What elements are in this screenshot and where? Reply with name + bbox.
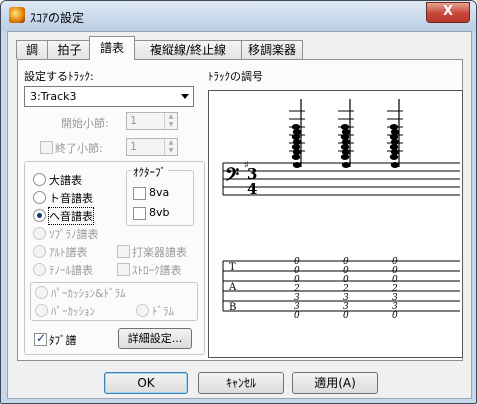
- tab-staff-label: ﾀﾌﾞ譜: [49, 334, 77, 347]
- percussion-drums-label: ﾊﾟｰｶｯｼｮﾝ&ﾄﾞﾗﾑ: [51, 287, 126, 300]
- tab-staff-checkbox[interactable]: ✓: [34, 331, 47, 346]
- bass-staff-lines: [223, 162, 460, 196]
- notehead: [389, 154, 399, 160]
- percussion-label: ﾊﾟｰｶｯｼｮﾝ: [51, 305, 95, 318]
- tab-letter-t: T: [229, 262, 236, 273]
- tab-fret-number: 0: [294, 311, 300, 321]
- stroke-staff-checkbox[interactable]: [117, 263, 130, 276]
- end-measure-label: 終了小節:: [55, 142, 103, 155]
- track-label: 設定するﾄﾗｯｸ:: [24, 70, 94, 83]
- treble-staff-label: ト音譜表: [49, 192, 93, 205]
- tab-barlines[interactable]: 複縦線/終止線: [134, 40, 242, 59]
- dialog-client: 調 拍子 譜表 複縦線/終止線 移調楽器 設定するﾄﾗｯｸ: 3:Track3 …: [7, 31, 472, 399]
- start-measure-value: 1: [130, 114, 137, 127]
- radio-percussion[interactable]: [35, 304, 48, 317]
- cancel-button[interactable]: ｷｬﾝｾﾙ: [198, 372, 284, 394]
- soprano-staff-label: ｿﾌﾟﾗﾉ譜表: [49, 228, 99, 241]
- percussion-staff-label: 打楽器譜表: [132, 246, 187, 259]
- track-select-value: 3:Track3: [30, 90, 77, 103]
- title-bar[interactable]: ｽｺｱの設定 X: [1, 1, 476, 31]
- tab-staff-lines: [223, 260, 460, 312]
- radio-grand-staff[interactable]: [33, 173, 46, 186]
- stepper-arrows-icon: ▲ ▼: [164, 113, 177, 129]
- start-measure-label: 開始小節:: [61, 117, 109, 130]
- end-measure-stepper[interactable]: 1 ▲ ▼: [126, 138, 178, 156]
- bass-staff-label: ヘ音譜表: [48, 207, 94, 225]
- tab-fret-number: 0: [343, 311, 349, 321]
- score-preview: 𝄢 ♯ 3 4 T A B 000233000023300002330: [222, 99, 460, 321]
- end-measure-value: 1: [130, 140, 137, 153]
- octave-8vb-label: 8vb: [149, 206, 170, 219]
- octave-8va-checkbox[interactable]: [133, 187, 146, 200]
- stepper-arrows-icon: ▲ ▼: [164, 139, 177, 155]
- drums-label: ﾄﾞﾗﾑ: [152, 305, 174, 318]
- radio-soprano-staff[interactable]: [33, 227, 46, 240]
- end-measure-checkbox[interactable]: [40, 141, 53, 154]
- apply-button[interactable]: 適用(A): [292, 372, 378, 394]
- detail-settings-button[interactable]: 詳細設定...: [118, 328, 192, 349]
- chevron-down-icon: [181, 94, 189, 99]
- octave-8va-label: 8va: [149, 186, 170, 199]
- tab-letter-a: A: [228, 282, 237, 293]
- octave-label: ｵｸﾀｰﾌﾞ: [131, 164, 168, 180]
- staff-tab-panel: 設定するﾄﾗｯｸ: 3:Track3 開始小節: 1 ▲ ▼ 終了小節: 1 ▲ ▼…: [17, 59, 463, 361]
- track-select[interactable]: 3:Track3: [24, 86, 194, 107]
- notehead: [292, 162, 302, 168]
- preview-label: ﾄﾗｯｸの調号: [208, 70, 263, 83]
- notehead: [341, 162, 351, 168]
- radio-percussion-drums[interactable]: [35, 286, 48, 299]
- bass-clef-icon: 𝄢: [225, 164, 240, 190]
- notehead: [340, 154, 350, 160]
- radio-tenor-staff[interactable]: [33, 263, 46, 276]
- chord-group: [289, 99, 403, 168]
- settings-dialog: ｽｺｱの設定 X 調 拍子 譜表 複縦線/終止線 移調楽器 設定するﾄﾗｯｸ: …: [0, 0, 477, 404]
- stroke-staff-label: ｽﾄﾛｰｸ譜表: [132, 264, 182, 277]
- radio-selected-dot: [37, 213, 42, 218]
- radio-bass-staff[interactable]: [33, 209, 46, 222]
- tenor-staff-label: ﾃﾉｰﾙ譜表: [49, 264, 93, 277]
- notehead: [390, 162, 400, 168]
- ok-button[interactable]: OK: [104, 372, 188, 394]
- octave-8vb-checkbox[interactable]: [133, 207, 146, 220]
- start-measure-stepper[interactable]: 1 ▲ ▼: [126, 112, 178, 130]
- radio-treble-staff[interactable]: [33, 191, 46, 204]
- grand-staff-label: 大譜表: [49, 174, 82, 187]
- app-icon: [9, 7, 25, 23]
- notehead: [291, 154, 301, 160]
- radio-alto-staff[interactable]: [33, 245, 46, 258]
- window-title: ｽｺｱの設定: [30, 11, 85, 25]
- time-signature-denominator: 4: [247, 180, 257, 198]
- tab-staff[interactable]: 譜表: [89, 36, 135, 60]
- checkmark-icon: ✓: [36, 331, 47, 345]
- tab-transposing-instrument[interactable]: 移調楽器: [241, 40, 303, 59]
- close-button[interactable]: X: [426, 2, 470, 23]
- alto-staff-label: ｱﾙﾄ譜表: [49, 246, 88, 259]
- tab-letter-b: B: [229, 302, 236, 313]
- radio-drums[interactable]: [136, 304, 149, 317]
- tab-fret-number: 0: [392, 311, 398, 321]
- key-signature-preview: 𝄢 ♯ 3 4 T A B 0 0 0 2 3 3 0 0 0 0 2 3 3 …: [208, 90, 463, 358]
- tab-key[interactable]: 調: [16, 40, 48, 59]
- percussion-staff-checkbox[interactable]: [117, 245, 130, 258]
- tab-time-signature[interactable]: 拍子: [47, 40, 92, 59]
